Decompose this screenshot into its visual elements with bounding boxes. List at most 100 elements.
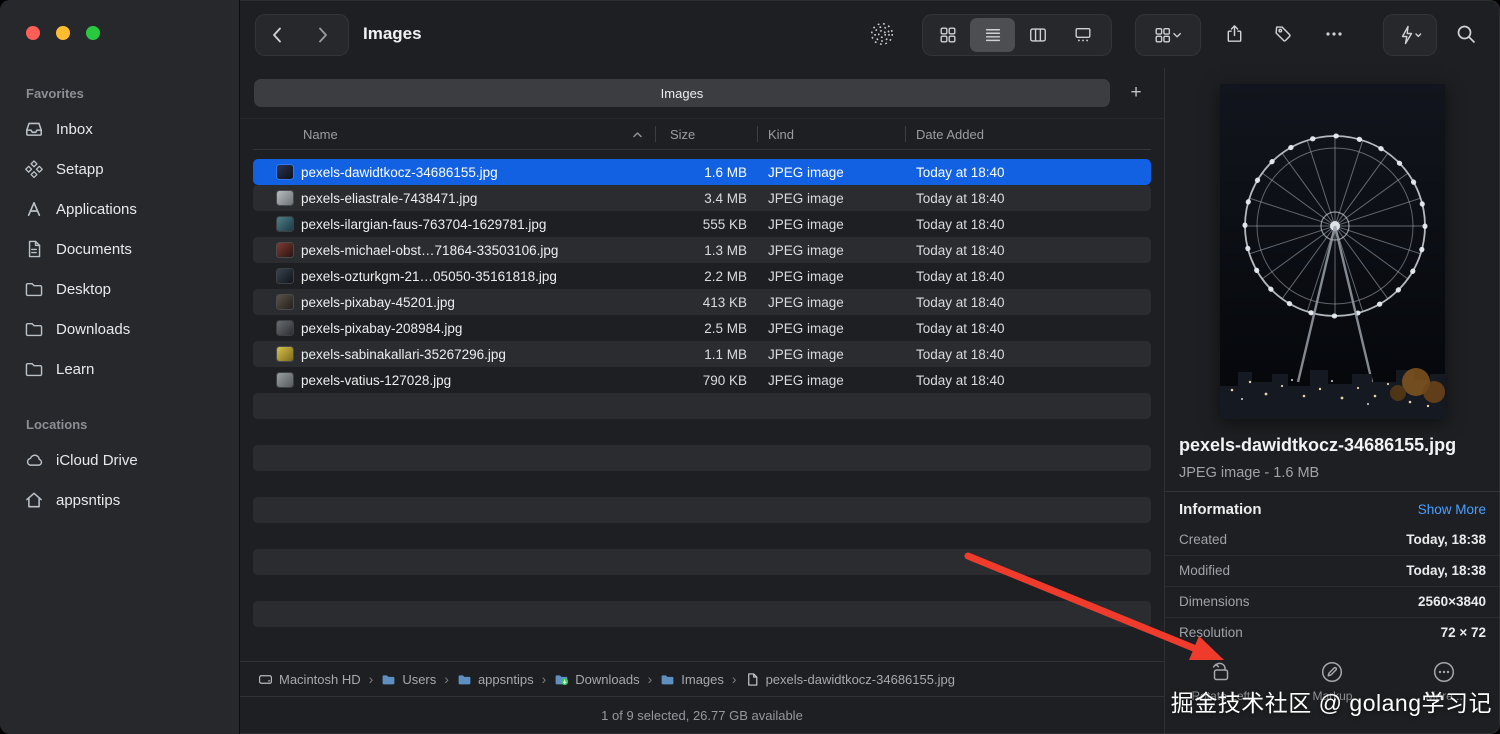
fullscreen-window-button[interactable] [86, 26, 100, 40]
sidebar-item-label: appsntips [56, 491, 121, 509]
watermark-text: 掘金技术社区 @ golang学习记 [1170, 690, 1492, 716]
list-view-icon [985, 29, 1000, 42]
breadcrumb-appsntips[interactable]: appsntips [457, 672, 534, 687]
share-button[interactable] [1212, 14, 1256, 54]
share-icon [1227, 24, 1241, 42]
forward-button[interactable] [300, 15, 344, 55]
table-row[interactable]: pexels-ozturkgm-21…05050-35161818.jpg 2.… [253, 263, 1151, 289]
airdrop-button[interactable] [860, 14, 904, 54]
file-thumbnail [277, 295, 293, 309]
sidebar-item-downloads[interactable]: Downloads [14, 309, 229, 349]
file-size: 2.2 MB [704, 268, 747, 284]
file-kind: JPEG image [768, 216, 844, 232]
file-name: pexels-pixabay-208984.jpg [301, 320, 463, 336]
breadcrumb-downloads[interactable]: Downloads [554, 672, 640, 687]
breadcrumb-images[interactable]: Images [660, 672, 724, 687]
breadcrumb-separator: › [541, 671, 547, 687]
breadcrumb-users[interactable]: Users [381, 672, 436, 687]
show-more-link[interactable]: Show More [1418, 502, 1486, 517]
information-header: Information Show More [1165, 490, 1500, 525]
content-region: Images + Name Size Kind Date Added pexel… [240, 68, 1500, 734]
file-thumbnail [277, 269, 293, 283]
file-size: 1.6 MB [704, 164, 747, 180]
sidebar-item-desktop[interactable]: Desktop [14, 269, 229, 309]
gallery-view-icon [1075, 27, 1090, 42]
group-by-button[interactable] [1135, 14, 1201, 56]
view-switcher [922, 14, 1112, 56]
search-button[interactable] [1444, 14, 1488, 54]
column-header-name[interactable]: Name [253, 119, 655, 149]
list-view-button[interactable] [970, 18, 1015, 52]
file-date-added: Today at 18:40 [916, 294, 1005, 310]
field-value: 72 × 72 [1440, 625, 1486, 641]
sidebar-item-inbox[interactable]: Inbox [14, 109, 229, 149]
airdrop-icon [870, 22, 894, 46]
file-size: 1.1 MB [704, 346, 747, 362]
column-header-kind[interactable]: Kind [757, 119, 905, 149]
file-date-added: Today at 18:40 [916, 320, 1005, 336]
column-view-button[interactable] [1015, 18, 1060, 52]
table-row[interactable]: pexels-eliastrale-7438471.jpg 3.4 MB JPE… [253, 185, 1151, 211]
file-thumbnail [277, 243, 293, 257]
empty-row [253, 627, 1151, 653]
field-label: Dimensions [1179, 594, 1250, 610]
file-name: pexels-michael-obst…71864-33503106.jpg [301, 242, 559, 258]
sidebar-section-favorites: Favorites [26, 86, 84, 101]
file-kind: JPEG image [768, 164, 844, 180]
new-tab-button[interactable]: + [1122, 79, 1150, 107]
file-thumbnail [277, 217, 293, 231]
file-size: 790 KB [702, 372, 747, 388]
table-row[interactable]: pexels-michael-obst…71864-33503106.jpg 1… [253, 237, 1151, 263]
info-field-resolution: Resolution 72 × 72 [1165, 616, 1500, 648]
forward-icon [319, 27, 327, 43]
sidebar-item-appsntips[interactable]: appsntips [14, 480, 229, 520]
table-row[interactable]: pexels-vatius-127028.jpg 790 KB JPEG ima… [253, 367, 1151, 393]
back-button[interactable] [256, 15, 300, 55]
empty-row [253, 497, 1151, 523]
empty-row [253, 601, 1151, 627]
table-row[interactable]: pexels-dawidtkocz-34686155.jpg 1.6 MB JP… [253, 159, 1151, 185]
breadcrumb-separator: › [368, 671, 374, 687]
breadcrumb-label: appsntips [477, 671, 534, 687]
file-kind: JPEG image [768, 268, 844, 284]
tab-label: Images [660, 85, 704, 101]
sidebar-item-applications[interactable]: Applications [14, 189, 229, 229]
quick-actions-button[interactable] [1383, 14, 1437, 56]
tab-images[interactable]: Images [254, 79, 1110, 107]
table-row[interactable]: pexels-pixabay-45201.jpg 413 KB JPEG ima… [253, 289, 1151, 315]
field-label: Created [1179, 532, 1228, 548]
sidebar-item-icloud-drive[interactable]: iCloud Drive [14, 440, 229, 480]
file-thumbnail [277, 165, 293, 179]
tags-button[interactable] [1262, 14, 1306, 54]
downloads-folder-icon [555, 674, 569, 685]
preview-filename: pexels-dawidtkocz-34686155.jpg [1179, 435, 1457, 455]
sidebar-item-label: Inbox [56, 120, 93, 138]
minimize-window-button[interactable] [56, 26, 70, 40]
more-toolbar-button[interactable] [1312, 14, 1356, 54]
table-row[interactable]: pexels-ilargian-faus-763704-1629781.jpg … [253, 211, 1151, 237]
column-label: Date Added [916, 126, 984, 142]
field-label: Resolution [1179, 625, 1243, 641]
sidebar-item-label: iCloud Drive [56, 451, 138, 469]
sidebar-item-documents[interactable]: Documents [14, 229, 229, 269]
empty-row [253, 523, 1151, 549]
sidebar-item-setapp[interactable]: Setapp [14, 149, 229, 189]
documents-icon [28, 240, 41, 258]
info-field-modified: Modified Today, 18:38 [1165, 554, 1500, 586]
sidebar-item-learn[interactable]: Learn [14, 349, 229, 389]
close-window-button[interactable] [26, 26, 40, 40]
table-row[interactable]: pexels-sabinakallari-35267296.jpg 1.1 MB… [253, 341, 1151, 367]
information-title: Information [1179, 500, 1262, 518]
column-header-date-added[interactable]: Date Added [905, 119, 1151, 149]
icon-view-button[interactable] [925, 18, 970, 52]
gallery-view-button[interactable] [1060, 18, 1105, 52]
column-header-size[interactable]: Size [655, 119, 757, 149]
breadcrumb-current-file[interactable]: pexels-dawidtkocz-34686155.jpg [745, 672, 955, 687]
file-date-added: Today at 18:40 [916, 216, 1005, 232]
table-row[interactable]: pexels-pixabay-208984.jpg 2.5 MB JPEG im… [253, 315, 1151, 341]
breadcrumb-macintosh-hd[interactable]: Macintosh HD [258, 672, 361, 687]
column-label: Name [303, 126, 338, 142]
breadcrumb-separator: › [444, 671, 449, 687]
file-kind: JPEG image [768, 190, 844, 206]
sidebar-item-label: Desktop [56, 280, 112, 298]
